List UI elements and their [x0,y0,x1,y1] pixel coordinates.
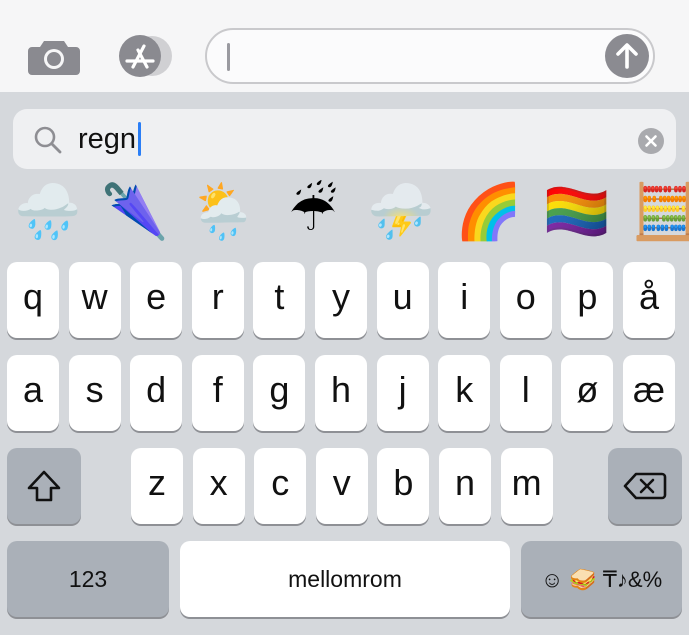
key-m[interactable]: m [500,448,553,524]
key-q[interactable]: q [7,262,59,338]
shift-key[interactable] [7,448,81,524]
emoji-umbrella-with-rain-drops[interactable]: ☔ [278,180,348,244]
key-w[interactable]: w [68,262,121,338]
key-c[interactable]: c [254,448,307,524]
key-o[interactable]: o [499,262,552,338]
keyboard-area: regn 🌧️ 🌂 🌦️ ☔ ⛈️ 🌈 🏳️‍🌈 🧮 qwertyuiopå asdfghjkl… [0,92,689,635]
key-r[interactable]: r [191,262,244,338]
search-icon [34,126,62,154]
key-e[interactable]: e [130,262,183,338]
search-query: regn [78,123,137,155]
space-key[interactable]: mellomrom [180,541,510,617]
key-l[interactable]: l [499,355,552,431]
key-d[interactable]: d [130,355,183,431]
compose-bar [0,0,689,92]
emoji-key[interactable]: ☺ 🥪 ₸♪&% [521,541,682,617]
emoji-cloud-with-rain[interactable]: 🌧️ [13,180,83,244]
camera-icon[interactable] [28,37,80,75]
send-button[interactable] [605,34,649,78]
key-n[interactable]: n [439,448,491,524]
key-h[interactable]: h [315,355,367,431]
emoji-rainbow-flag[interactable]: 🏳️‍🌈 [542,180,612,244]
key-s[interactable]: s [68,355,121,431]
key-z[interactable]: z [131,448,183,524]
text-caret [227,43,230,71]
app-store-icon[interactable] [116,34,176,78]
key-b[interactable]: b [377,448,430,524]
key-y[interactable]: y [315,262,367,338]
emoji-sun-behind-rain-cloud[interactable]: 🌦️ [188,180,258,244]
text-cursor [138,122,141,156]
key-f[interactable]: f [191,355,244,431]
emoji-results: 🌧️ 🌂 🌦️ ☔ ⛈️ 🌈 🏳️‍🌈 🧮 [0,180,689,244]
emoji-cloud-with-lightning-and-rain[interactable]: ⛈️ [366,180,436,244]
message-input[interactable] [205,28,655,84]
backspace-key[interactable] [608,448,682,524]
emoji-categories-icon: ☺ 🥪 ₸♪&% [540,567,663,592]
key-g[interactable]: g [253,355,306,431]
key-ø[interactable]: ø [561,355,614,431]
emoji-rainbow[interactable]: 🌈 [454,180,524,244]
emoji-abacus[interactable]: 🧮 [630,180,689,244]
key-k[interactable]: k [438,355,491,431]
shift-icon [27,470,61,502]
key-a[interactable]: a [7,355,59,431]
key-x[interactable]: x [192,448,245,524]
key-v[interactable]: v [315,448,368,524]
emoji-closed-umbrella[interactable]: 🌂 [100,180,170,244]
key-u[interactable]: u [376,262,429,338]
key-æ[interactable]: æ [623,355,675,431]
key-t[interactable]: t [253,262,306,338]
backspace-icon [623,472,667,500]
key-p[interactable]: p [561,262,614,338]
close-icon [645,135,657,147]
key-j[interactable]: j [376,355,429,431]
key-å[interactable]: å [623,262,675,338]
clear-search-button[interactable] [638,128,664,154]
key-i[interactable]: i [438,262,491,338]
numbers-key[interactable]: 123 [7,541,169,617]
emoji-search-field[interactable]: regn [13,109,676,169]
arrow-up-icon [616,43,638,69]
